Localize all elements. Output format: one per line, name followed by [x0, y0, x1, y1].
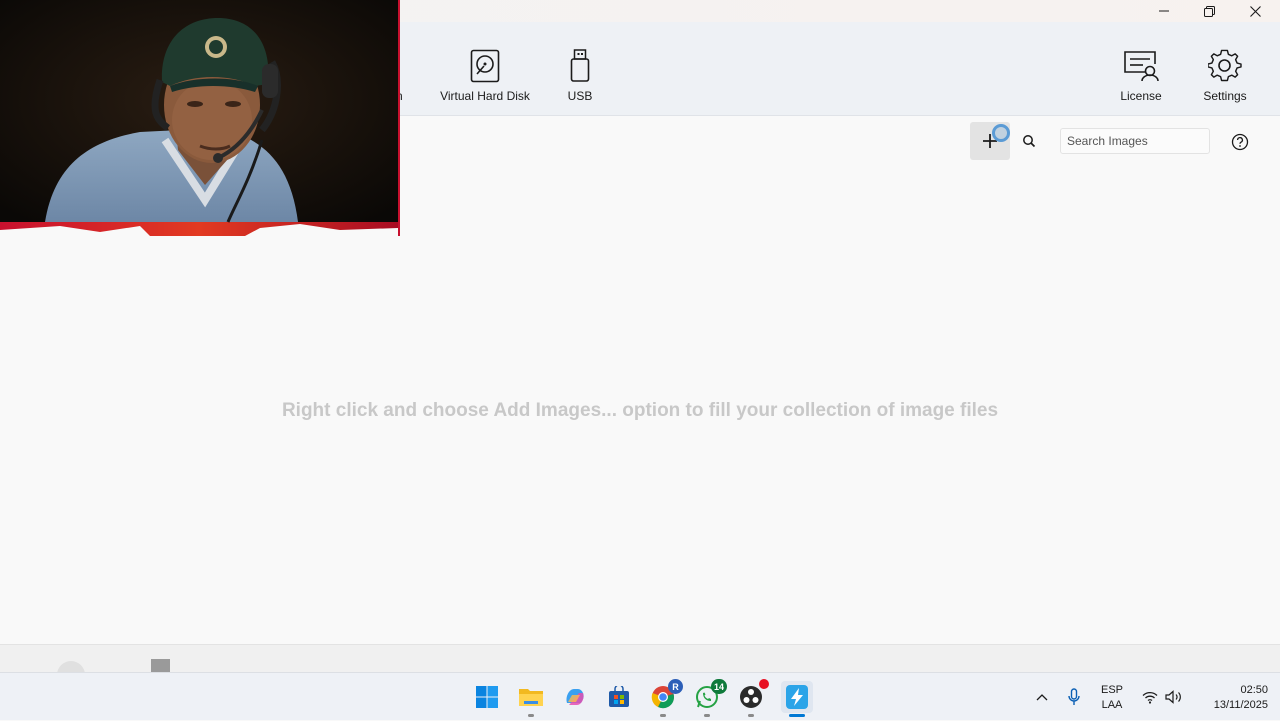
taskbar-chrome[interactable]: R	[649, 679, 683, 717]
store-icon	[609, 686, 629, 707]
virtual-hard-disk-label: Virtual Hard Disk	[440, 89, 530, 103]
chrome-profile-badge: R	[668, 679, 683, 694]
webcam-overlay	[0, 0, 400, 236]
folder-icon	[519, 689, 543, 706]
clock-date: 13/11/2025	[1213, 699, 1268, 711]
busy-cursor	[992, 124, 1010, 142]
obs-icon	[740, 686, 762, 708]
language-code: ESP	[1100, 684, 1123, 696]
status-circle-icon	[57, 661, 85, 672]
lightning-app-icon	[786, 685, 808, 709]
taskbar-active-app[interactable]	[781, 681, 813, 717]
wifi-icon	[1142, 691, 1158, 704]
active-indicator	[789, 714, 805, 717]
status-square-icon	[151, 659, 170, 672]
taskbar-microsoft-store[interactable]	[605, 683, 633, 711]
whatsapp-unread-badge: 14	[710, 679, 727, 694]
virtual-hard-disk-button[interactable]: Virtual Hard Disk	[440, 48, 530, 103]
empty-collection-message: Right click and choose Add Images... opt…	[281, 400, 999, 421]
show-hidden-icons-button[interactable]	[1032, 673, 1052, 721]
taskbar-file-explorer[interactable]	[517, 683, 545, 717]
chevron-up-icon	[1036, 694, 1048, 701]
speaker-icon	[1165, 690, 1181, 704]
hard-disk-icon	[467, 48, 503, 84]
minimize-icon	[1159, 10, 1169, 12]
status-bar	[0, 644, 1280, 672]
running-indicator	[660, 714, 666, 717]
microphone-button[interactable]	[1064, 673, 1084, 721]
windows-taskbar: R 14 ESP LAA 02:50 13/11/2025	[0, 672, 1280, 720]
usb-label: USB	[567, 89, 593, 103]
settings-label: Settings	[1203, 89, 1247, 103]
license-icon	[1123, 48, 1159, 84]
start-button[interactable]	[473, 683, 501, 711]
keyboard-layout: LAA	[1101, 699, 1123, 711]
help-icon[interactable]	[1231, 133, 1249, 151]
microphone-icon	[1068, 688, 1080, 705]
gear-icon	[1207, 48, 1243, 84]
copilot-icon	[566, 689, 584, 705]
close-button[interactable]	[1232, 0, 1278, 22]
close-icon	[1249, 5, 1261, 17]
recording-dot	[759, 679, 769, 689]
running-indicator	[528, 714, 534, 717]
search-icon[interactable]	[1020, 132, 1040, 152]
running-indicator	[748, 714, 754, 717]
network-button[interactable]	[1140, 673, 1160, 721]
taskbar-whatsapp[interactable]: 14	[693, 679, 727, 717]
search-input[interactable]	[1060, 128, 1210, 154]
settings-button[interactable]: Settings	[1200, 48, 1250, 103]
taskbar-copilot[interactable]	[561, 683, 589, 711]
taskbar-obs[interactable]	[737, 679, 769, 717]
restore-icon	[1203, 5, 1215, 17]
license-button[interactable]: License	[1116, 48, 1166, 103]
usb-drive-icon	[562, 48, 598, 84]
restore-button[interactable]	[1186, 0, 1232, 22]
windows-logo-icon	[476, 686, 498, 708]
volume-button[interactable]	[1164, 673, 1184, 721]
running-indicator	[704, 714, 710, 717]
usb-button[interactable]: USB	[560, 48, 600, 103]
clock-time: 02:50	[1240, 684, 1268, 696]
input-language-indicator[interactable]: ESP LAA	[1096, 683, 1128, 713]
clock[interactable]: 02:50 13/11/2025	[1192, 683, 1268, 713]
license-label: License	[1120, 89, 1162, 103]
webcam-feed-image	[0, 0, 400, 236]
minimize-button[interactable]	[1141, 0, 1187, 22]
